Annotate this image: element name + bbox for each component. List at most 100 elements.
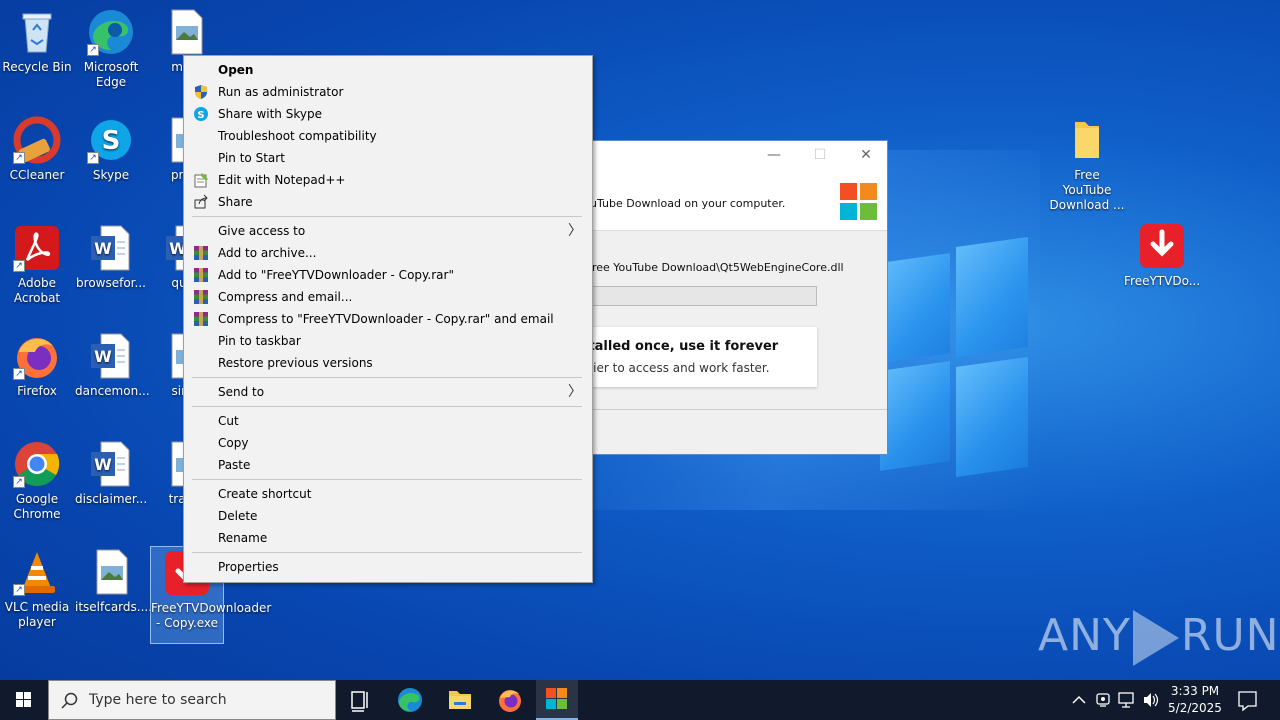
- menu-item-give-access-to[interactable]: Give access to 〉: [184, 220, 592, 242]
- menu-item-create-shortcut[interactable]: Create shortcut: [184, 483, 592, 505]
- menu-item-open[interactable]: Open: [184, 59, 592, 81]
- chevron-right-icon: 〉: [568, 384, 582, 400]
- desktop-icon-skype[interactable]: S ↗ Skype: [75, 116, 147, 183]
- desktop-icon-disclaimer[interactable]: W disclaimer...: [75, 440, 147, 507]
- anyrun-watermark: ANY RUN: [1038, 610, 1280, 666]
- menu-item-add-to-archive[interactable]: Add to archive...: [184, 242, 592, 264]
- desktop-icon-free-youtube-download-folder[interactable]: Free YouTube Download ...: [1048, 116, 1126, 213]
- desktop-icon-chrome[interactable]: ↗ Google Chrome: [1, 440, 73, 522]
- menu-item-label: Add to "FreeYTVDownloader - Copy.rar": [218, 268, 454, 282]
- winrar-icon: [193, 289, 209, 305]
- desktop-icon-label: CCleaner: [9, 168, 65, 182]
- desktop-icon-label: itselfcards....: [75, 600, 153, 614]
- desktop-icon-itselfcards[interactable]: itselfcards....: [75, 548, 153, 615]
- ccleaner-icon: ↗: [13, 116, 61, 164]
- tray-network-button[interactable]: [1116, 680, 1138, 720]
- desktop-icon-adobe-acrobat[interactable]: ↗ Adobe Acrobat: [1, 224, 73, 306]
- menu-item-label: Give access to: [218, 224, 306, 238]
- close-button[interactable]: ✕: [853, 147, 879, 167]
- skype-icon: S ↗: [87, 116, 135, 164]
- device-icon: [1096, 693, 1110, 707]
- desktop-icon-firefox[interactable]: ↗ Firefox: [1, 332, 73, 399]
- edge-icon: [398, 688, 422, 712]
- desktop-icon-label: dancemon...: [75, 384, 150, 398]
- menu-item-label: Share: [218, 195, 253, 209]
- watermark-left-text: ANY: [1038, 610, 1131, 661]
- chevron-up-icon: [1072, 695, 1086, 704]
- menu-item-properties[interactable]: Properties: [184, 556, 592, 578]
- menu-item-label: Pin to taskbar: [218, 334, 301, 348]
- play-icon: [1132, 610, 1179, 666]
- svg-text:W: W: [94, 347, 112, 366]
- menu-item-edit-with-notepad[interactable]: Edit with Notepad++: [184, 169, 592, 191]
- menu-item-pin-to-start[interactable]: Pin to Start: [184, 147, 592, 169]
- menu-item-rename[interactable]: Rename: [184, 527, 592, 549]
- desktop-icon-recycle-bin[interactable]: Recycle Bin: [1, 8, 73, 75]
- menu-item-copy[interactable]: Copy: [184, 432, 592, 454]
- show-hidden-icons-button[interactable]: [1068, 680, 1090, 720]
- winrar-icon: [193, 245, 209, 261]
- desktop-icon-edge[interactable]: ↗ Microsoft Edge: [75, 8, 147, 90]
- desktop-icon-label: Firefox: [17, 384, 57, 398]
- menu-item-paste[interactable]: Paste: [184, 454, 592, 476]
- firefox-icon: ↗: [13, 332, 61, 380]
- installer-header-text: ee YouTube Download on your computer.: [561, 197, 786, 210]
- taskbar-file-explorer[interactable]: [436, 680, 484, 720]
- desktop-icon-label: Google Chrome: [13, 492, 61, 521]
- menu-item-add-to-freeytvdownloader-copy-rar[interactable]: Add to "FreeYTVDownloader - Copy.rar": [184, 264, 592, 286]
- uac-shield-icon: [193, 84, 209, 100]
- taskbar-firefox[interactable]: [486, 680, 534, 720]
- menu-item-label: Restore previous versions: [218, 356, 373, 370]
- menu-item-share-with-skype[interactable]: S Share with Skype: [184, 103, 592, 125]
- svg-text:S: S: [102, 126, 121, 156]
- maximize-button: ☐: [813, 147, 827, 163]
- menu-item-restore-previous-versions[interactable]: Restore previous versions: [184, 352, 592, 374]
- taskbar-edge[interactable]: [386, 680, 434, 720]
- desktop-icon-label: Skype: [92, 168, 130, 182]
- promo-title: installed once, use it forever: [567, 339, 779, 354]
- microsoft-logo-icon: [840, 183, 877, 220]
- menu-item-run-as-administrator[interactable]: Run as administrator: [184, 81, 592, 103]
- action-center-button[interactable]: [1234, 680, 1262, 720]
- desktop-icon-dancemon[interactable]: W dancemon...: [75, 332, 150, 399]
- desktop-icon-label: FreeYTVDownloader - Copy.exe: [151, 601, 272, 630]
- taskbar-search-box[interactable]: Type here to search: [48, 680, 336, 720]
- desktop-icon-browsefor[interactable]: W browsefor...: [75, 224, 147, 291]
- acrobat-icon: ↗: [13, 224, 61, 272]
- skype-icon: S: [193, 106, 209, 122]
- desktop-icon-label: Adobe Acrobat: [13, 276, 61, 305]
- menu-item-label: Properties: [218, 560, 279, 574]
- minimize-button[interactable]: —: [761, 147, 787, 167]
- menu-item-label: Open: [218, 63, 254, 77]
- network-icon: [1118, 692, 1134, 708]
- speaker-icon: [1144, 693, 1159, 707]
- menu-item-label: Compress to "FreeYTVDownloader - Copy.ra…: [218, 312, 554, 326]
- menu-item-cut[interactable]: Cut: [184, 410, 592, 432]
- tray-device-button[interactable]: [1092, 680, 1114, 720]
- desktop-icon-vlc[interactable]: ↗ VLC media player: [1, 548, 73, 630]
- tray-volume-button[interactable]: [1140, 680, 1162, 720]
- folder-icon: [1063, 116, 1111, 164]
- menu-item-pin-to-taskbar[interactable]: Pin to taskbar: [184, 330, 592, 352]
- word-doc-icon: W: [87, 440, 135, 488]
- menu-item-label: Add to archive...: [218, 246, 317, 260]
- winrar-icon: [193, 311, 209, 327]
- share-icon: [193, 194, 209, 210]
- svg-text:W: W: [94, 239, 112, 258]
- menu-item-troubleshoot-compatibility[interactable]: Troubleshoot compatibility: [184, 125, 592, 147]
- task-view-button[interactable]: [336, 680, 384, 720]
- menu-item-share[interactable]: Share: [184, 191, 592, 213]
- taskbar-clock[interactable]: 3:33 PM 5/2/2025: [1160, 683, 1230, 717]
- taskbar-installer[interactable]: [536, 680, 578, 720]
- menu-item-compress-to-freeytvdownloader-copy-rar-and-email[interactable]: Compress to "FreeYTVDownloader - Copy.ra…: [184, 308, 592, 330]
- desktop-icon-ccleaner[interactable]: ↗ CCleaner: [1, 116, 73, 183]
- installer-file-path: Soft\Free YouTube Download\Qt5WebEngineC…: [561, 261, 844, 274]
- menu-item-compress-and-email[interactable]: Compress and email...: [184, 286, 592, 308]
- menu-item-delete[interactable]: Delete: [184, 505, 592, 527]
- start-button[interactable]: [0, 680, 48, 720]
- menu-item-send-to[interactable]: Send to 〉: [184, 381, 592, 403]
- installer-promo-card: installed once, use it forever e easier …: [561, 327, 817, 387]
- word-doc-icon: W: [87, 224, 135, 272]
- svg-text:W: W: [94, 455, 112, 474]
- desktop-icon-freeytvdo[interactable]: FreeYTVDo...: [1124, 222, 1200, 289]
